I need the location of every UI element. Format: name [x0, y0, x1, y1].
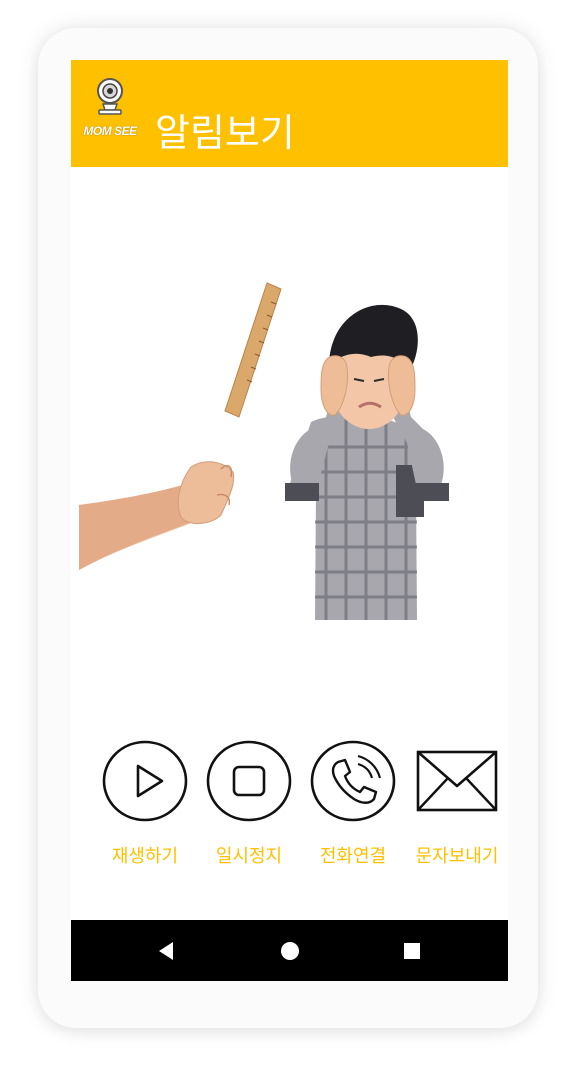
home-button[interactable] [273, 934, 307, 968]
mom-see-logo: MOM SEE [81, 76, 137, 142]
pause-button[interactable]: 일시정지 [201, 738, 297, 878]
logo-text: MOM SEE [83, 124, 137, 138]
call-button[interactable]: 전화연결 [305, 738, 401, 878]
call-label: 전화연결 [319, 846, 387, 867]
play-icon [102, 740, 188, 822]
app-screen: MOM SEE 알림보기 재생하기 일시정지 전화연결 문자보내기 [71, 60, 508, 981]
envelope-icon [416, 750, 498, 812]
pause-label: 일시정지 [215, 846, 283, 867]
home-circle-icon [281, 942, 299, 960]
message-button[interactable]: 문자보내기 [409, 738, 505, 878]
control-bar: 재생하기 일시정지 전화연결 문자보내기 [71, 730, 508, 880]
recents-button[interactable] [395, 934, 429, 968]
message-label: 문자보내기 [415, 846, 499, 867]
play-button[interactable]: 재생하기 [97, 738, 193, 878]
android-nav-bar [71, 920, 508, 981]
app-header: MOM SEE 알림보기 [71, 60, 508, 167]
back-button[interactable] [149, 934, 183, 968]
stop-icon [206, 740, 292, 822]
page-title: 알림보기 [155, 111, 295, 156]
ruler-illustration [224, 282, 282, 418]
child-illustration [285, 304, 449, 620]
recents-square-icon [404, 943, 420, 959]
webcam-icon [97, 78, 123, 115]
alert-image [71, 167, 508, 687]
play-label: 재생하기 [111, 846, 179, 867]
arm-illustration [79, 442, 235, 570]
phone-icon [310, 740, 396, 822]
back-triangle-icon [159, 942, 173, 960]
